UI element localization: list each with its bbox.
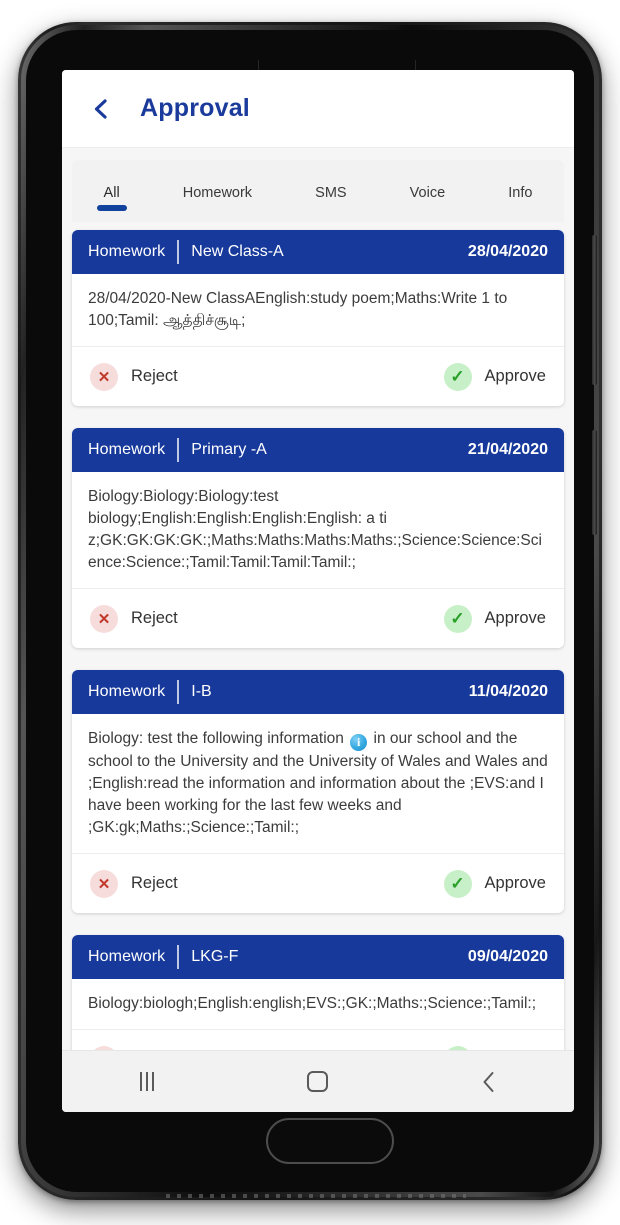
card-class-label: I-B <box>191 683 212 700</box>
approval-card-list[interactable]: Homework New Class-A 28/04/2020 28/04/20… <box>62 222 574 1062</box>
bottom-speaker-grille <box>166 1194 466 1198</box>
tab-label: Homework <box>182 184 253 201</box>
power-button[interactable] <box>592 430 597 535</box>
check-icon: ✓ <box>443 869 472 898</box>
card-class-label: Primary -A <box>191 441 267 458</box>
app-header: Approval <box>62 70 574 148</box>
card-body-text: Biology: test the following information … <box>72 714 564 853</box>
volume-button[interactable] <box>592 235 597 385</box>
card-actions: ✕ Reject ✓ Approve <box>72 853 564 913</box>
approval-card[interactable]: Homework LKG-F 09/04/2020 Biology:biolog… <box>72 935 564 1062</box>
home-fingerprint-button[interactable] <box>266 1118 394 1164</box>
card-header-divider <box>177 680 180 704</box>
reject-button[interactable]: ✕ Reject <box>90 869 178 898</box>
tab-active-indicator <box>96 205 127 211</box>
info-emoji-icon: i <box>350 734 368 751</box>
page-title: Approval <box>140 94 250 122</box>
card-actions: ✕ Reject ✓ Approve <box>72 588 564 648</box>
close-x-icon: ✕ <box>90 362 118 391</box>
phone-body: Approval All Homework SMS Voice Info Hom… <box>26 30 597 1198</box>
tab-label: SMS <box>315 184 347 201</box>
card-body-text: Biology:biologh;English:english;EVS:;GK:… <box>72 979 564 1029</box>
close-x-icon: ✕ <box>90 604 118 633</box>
back-button[interactable] <box>84 92 118 126</box>
tab-homework[interactable]: Homework <box>151 160 283 222</box>
recent-apps-button[interactable] <box>117 1059 177 1105</box>
card-class-label: LKG-F <box>191 948 239 965</box>
card-header-divider <box>177 438 180 462</box>
check-icon: ✓ <box>443 604 472 633</box>
approve-button[interactable]: ✓ Approve <box>443 869 546 898</box>
card-header: Homework New Class-A 28/04/2020 <box>72 230 564 274</box>
system-back-button[interactable] <box>459 1059 519 1105</box>
back-chevron-icon <box>483 1071 494 1092</box>
card-type-label: Homework <box>88 683 166 700</box>
reject-button[interactable]: ✕ Reject <box>90 604 178 633</box>
home-icon <box>307 1071 329 1092</box>
card-date-label: 28/04/2020 <box>467 243 548 260</box>
card-type-label: Homework <box>88 948 166 965</box>
tab-all[interactable]: All <box>72 160 151 222</box>
approve-button[interactable]: ✓ Approve <box>443 362 546 391</box>
check-icon: ✓ <box>443 362 472 391</box>
tab-info[interactable]: Info <box>477 160 564 222</box>
card-date-label: 11/04/2020 <box>468 683 548 700</box>
home-button[interactable] <box>288 1059 348 1105</box>
approve-button[interactable]: ✓ Approve <box>443 604 546 633</box>
tab-label: All <box>103 184 120 201</box>
card-body-part: Biology:biologh;English:english;EVS:;GK:… <box>88 995 537 1012</box>
card-header: Homework I-B 11/04/2020 <box>72 670 564 714</box>
card-actions: ✕ Reject ✓ Approve <box>72 346 564 406</box>
recent-apps-icon <box>140 1072 155 1091</box>
phone-screen: Approval All Homework SMS Voice Info Hom… <box>62 70 574 1112</box>
tab-sms[interactable]: SMS <box>284 160 379 222</box>
card-body-text: Biology:Biology:Biology:test biology;Eng… <box>72 472 564 588</box>
card-header-divider <box>177 240 180 264</box>
card-class-label: New Class-A <box>191 243 284 260</box>
approval-card[interactable]: Homework Primary -A 21/04/2020 Biology:B… <box>72 428 564 648</box>
card-header-divider <box>177 945 180 969</box>
card-body-part: 28/04/2020-New ClassAEnglish:study poem;… <box>88 290 508 329</box>
tab-bar: All Homework SMS Voice Info <box>72 160 564 222</box>
chevron-left-icon <box>94 98 107 119</box>
card-header: Homework LKG-F 09/04/2020 <box>72 935 564 979</box>
tab-label: Voice <box>409 184 446 201</box>
card-type-label: Homework <box>88 441 166 458</box>
card-type-label: Homework <box>88 243 166 260</box>
approval-card[interactable]: Homework I-B 11/04/2020 Biology: test th… <box>72 670 564 913</box>
phone-frame: Approval All Homework SMS Voice Info Hom… <box>18 22 602 1200</box>
reject-label: Reject <box>131 367 178 385</box>
approve-label: Approve <box>484 874 546 892</box>
tab-label: Info <box>508 184 533 201</box>
approve-label: Approve <box>484 609 546 627</box>
close-x-icon: ✕ <box>90 869 118 898</box>
card-body-text: 28/04/2020-New ClassAEnglish:study poem;… <box>72 274 564 346</box>
card-date-label: 09/04/2020 <box>467 948 548 965</box>
reject-label: Reject <box>131 609 178 627</box>
reject-label: Reject <box>131 874 178 892</box>
card-header: Homework Primary -A 21/04/2020 <box>72 428 564 472</box>
tab-voice[interactable]: Voice <box>378 160 477 222</box>
approval-card[interactable]: Homework New Class-A 28/04/2020 28/04/20… <box>72 230 564 406</box>
reject-button[interactable]: ✕ Reject <box>90 362 178 391</box>
android-nav-bar <box>62 1050 574 1112</box>
card-body-part: Biology:Biology:Biology:test biology;Eng… <box>88 488 542 571</box>
card-body-part: Biology: test the following information <box>88 730 349 747</box>
approve-label: Approve <box>484 367 546 385</box>
card-date-label: 21/04/2020 <box>467 441 548 458</box>
